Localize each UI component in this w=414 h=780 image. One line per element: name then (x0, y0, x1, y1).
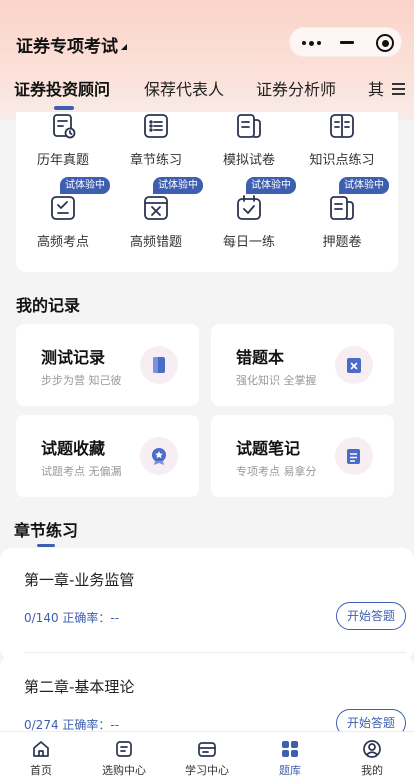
chapters-title: 章节练习 (14, 521, 79, 540)
calendar-check-icon (237, 195, 261, 220)
nav-label: 题库 (279, 764, 301, 777)
trial-badge: 试体验中 (60, 177, 110, 194)
records-title: 我的记录 (16, 296, 81, 315)
grid-item-label: 模拟试卷 (222, 153, 275, 168)
tab-other[interactable]: 其 (368, 76, 384, 100)
chapter-accuracy: 正确率：-- (62, 718, 120, 732)
menu-icon[interactable] (392, 83, 405, 95)
bookmark-doc-icon (140, 346, 178, 384)
record-card-title: 试题收藏 (41, 439, 106, 458)
grid-item-label: 高频错题 (129, 235, 182, 250)
nav-label: 学习中心 (185, 764, 229, 777)
quick-entry-card: 历年真题 章节练习 模拟试卷 知识点练习 试体验中 试体验中 试体验中 试体验中… (16, 112, 398, 272)
study-icon (198, 742, 216, 757)
chapter-accuracy: 正确率：-- (62, 611, 120, 625)
chapters-title-indicator (37, 544, 55, 547)
divider (24, 652, 406, 653)
nav-mine[interactable]: 我的 (331, 732, 413, 780)
record-card-wrong-book[interactable]: 错题本 强化知识 全掌握 (211, 324, 394, 406)
grid-item-label: 押题卷 (322, 235, 362, 250)
grid-item-label: 章节练习 (129, 153, 182, 168)
tab-securities-advisor[interactable]: 证券投资顾问 (14, 76, 110, 100)
nav-label: 选购中心 (102, 764, 146, 777)
grid-item-predicted-paper[interactable]: 押题卷 (297, 194, 387, 264)
title-caret-icon (121, 44, 127, 50)
record-card-title: 测试记录 (41, 348, 106, 367)
mini-program-capsule (289, 27, 402, 57)
papers-icon (330, 196, 354, 220)
record-card-subtitle: 步步为营 知己彼 (41, 374, 122, 387)
grid-item-label: 历年真题 (36, 153, 89, 168)
grid-item-label: 每日一练 (222, 235, 275, 250)
record-card-favorites[interactable]: 试题收藏 试题考点 无偏漏 (16, 415, 199, 497)
category-tabs: 证券投资顾问 保荐代表人 证券分析师 其 (0, 76, 414, 102)
record-card-subtitle: 强化知识 全掌握 (236, 374, 317, 387)
chapter-progress: 0/140 正确率：-- (24, 609, 119, 626)
trial-badge: 试体验中 (153, 177, 203, 194)
grid-item-label: 知识点练习 (309, 153, 375, 168)
medal-icon (140, 437, 178, 475)
home-icon (33, 741, 49, 757)
minimize-icon[interactable] (340, 41, 354, 44)
record-card-title: 错题本 (236, 348, 285, 367)
record-card-title: 试题笔记 (236, 439, 301, 458)
chapter-name: 第二章-基本理论 (24, 678, 135, 696)
nav-label: 我的 (361, 764, 383, 777)
chapter-progress-count: 0/274 (24, 718, 59, 732)
book-open-icon (330, 114, 354, 138)
shop-icon (116, 741, 132, 757)
grid-item-mock-exam[interactable]: 模拟试卷 (204, 112, 294, 182)
chapter-progress-count: 0/140 (24, 611, 59, 625)
trial-badge: 试体验中 (246, 177, 296, 194)
target-close-icon[interactable] (376, 34, 394, 52)
user-icon (363, 740, 381, 758)
chapter-name: 第一章-业务监管 (24, 571, 135, 589)
grid-item-hot-errors[interactable]: 高频错题 (111, 194, 201, 264)
record-card-notes[interactable]: 试题笔记 专项考点 易拿分 (211, 415, 394, 497)
record-card-test-history[interactable]: 测试记录 步步为营 知己彼 (16, 324, 199, 406)
more-dots-icon[interactable] (302, 40, 324, 46)
nav-study[interactable]: 学习中心 (166, 732, 248, 780)
wrong-book-icon (335, 346, 373, 384)
grid-item-past-exams[interactable]: 历年真题 (18, 112, 108, 182)
grid-item-daily-practice[interactable]: 每日一练 (204, 194, 294, 264)
page-title: 证券专项考试 (16, 37, 118, 57)
notes-icon (335, 437, 373, 475)
list-icon (144, 114, 168, 138)
bottom-tab-bar: 首页 选购中心 学习中心 题库 我的 (0, 731, 414, 780)
nav-home[interactable]: 首页 (0, 732, 82, 780)
record-card-subtitle: 专项考点 易拿分 (236, 465, 317, 478)
tab-sponsor-rep[interactable]: 保荐代表人 (144, 76, 224, 100)
tab-securities-analyst[interactable]: 证券分析师 (256, 76, 336, 100)
header: 证券专项考试 (0, 0, 414, 120)
nav-label: 首页 (30, 764, 52, 777)
checklist-icon (51, 196, 75, 220)
papers-icon (237, 114, 261, 138)
error-box-icon (144, 196, 168, 220)
grid-item-label: 高频考点 (36, 235, 89, 250)
exam-clock-icon (53, 114, 76, 139)
grid-icon (282, 741, 298, 757)
grid-item-knowledge-practice[interactable]: 知识点练习 (297, 112, 387, 182)
nav-shop[interactable]: 选购中心 (83, 732, 165, 780)
start-answer-button[interactable]: 开始答题 (336, 602, 406, 630)
tab-active-indicator (54, 106, 74, 110)
nav-question-bank[interactable]: 题库 (249, 732, 331, 780)
grid-item-chapter-practice[interactable]: 章节练习 (111, 112, 201, 182)
record-card-subtitle: 试题考点 无偏漏 (41, 465, 122, 478)
grid-item-hot-points[interactable]: 高频考点 (18, 194, 108, 264)
chapter-card: 第一章-业务监管 0/140 正确率：-- 开始答题 (0, 548, 414, 660)
trial-badge: 试体验中 (339, 177, 389, 194)
